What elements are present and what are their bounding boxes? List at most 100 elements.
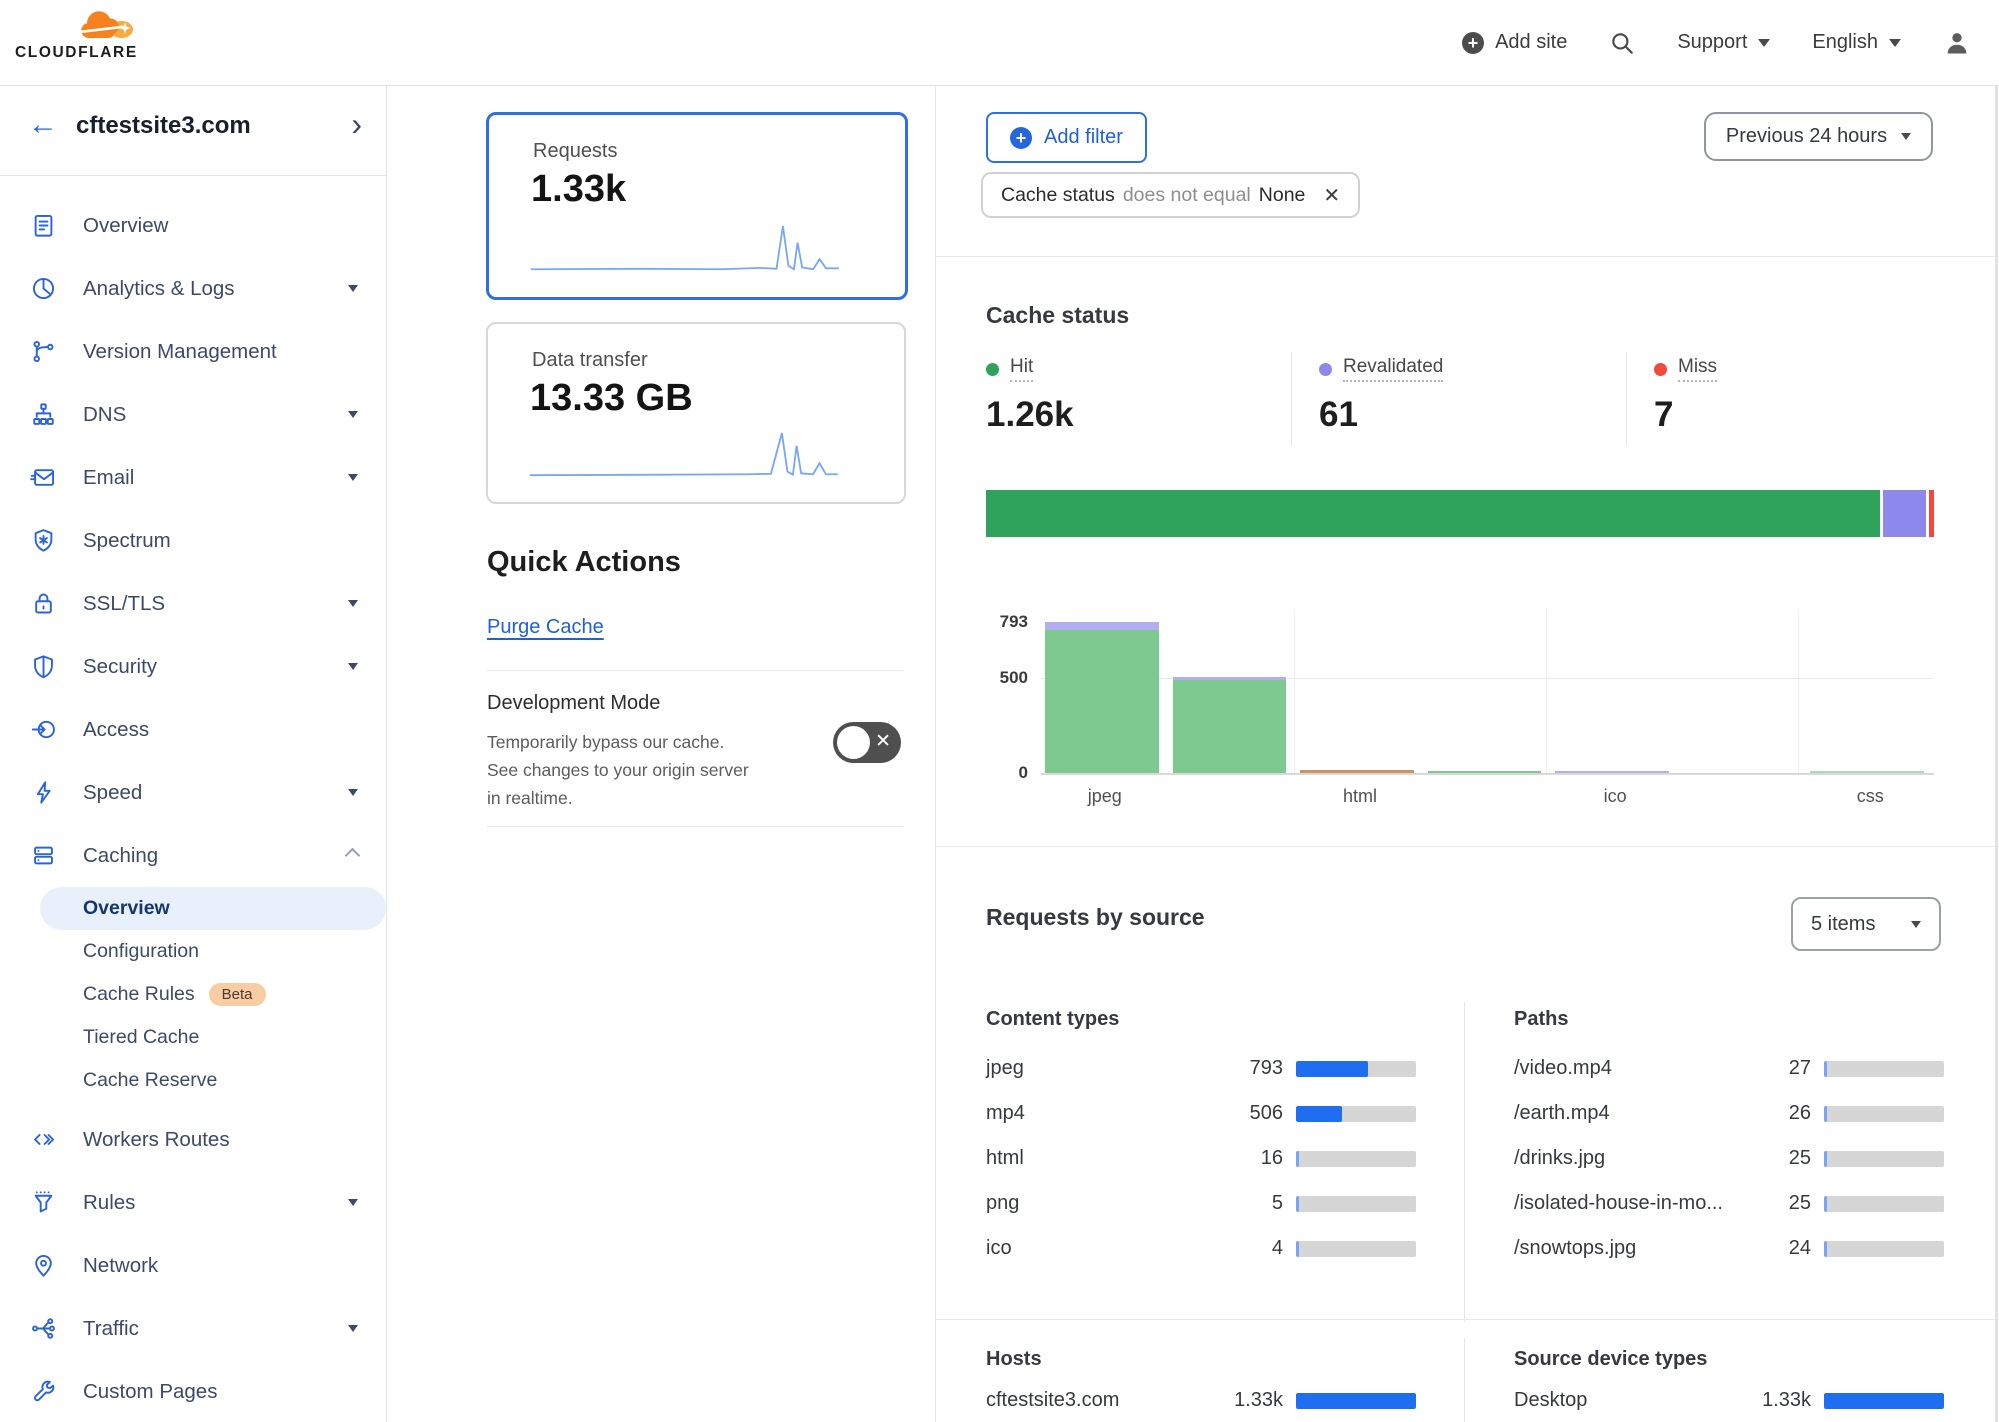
table-row: /video.mp427 [1514,1046,1944,1091]
row-bar-track [1296,1106,1416,1122]
language-label: English [1812,31,1878,54]
quick-actions-heading: Quick Actions [487,546,681,579]
sidebar-item-email[interactable]: Email [0,446,386,509]
divider [487,826,903,827]
sidebar-item-label: SSL/TLS [83,592,348,616]
sidebar-item-network[interactable]: Network [0,1234,386,1297]
chart-bar-css [1810,771,1924,773]
stat-label[interactable]: Miss [1678,356,1717,382]
filter-chip[interactable]: Cache status does not equal None ✕ [981,172,1360,218]
divider [1626,352,1627,446]
brand-wordmark: CLOUDFLARE [15,44,138,62]
row-bar-track [1824,1151,1944,1167]
sidebar-subitem-cache-reserve[interactable]: Cache Reserve [40,1059,386,1102]
time-range-label: Previous 24 hours [1726,125,1887,148]
toggle-knob [837,726,870,759]
table-row: png5 [986,1181,1416,1226]
ssl-icon [30,590,57,617]
sidebar-item-speed[interactable]: Speed [0,761,386,824]
x-tick-label: jpeg [1041,786,1169,807]
cloudflare-logo[interactable]: CLOUDFLARE [15,6,138,62]
sidebar-item-label: Analytics & Logs [83,277,348,301]
row-label: mp4 [986,1102,1203,1125]
sidebar-subitem-configuration[interactable]: Configuration [40,930,386,973]
cache-status-title: Cache status [986,302,1129,329]
row-value: 793 [1203,1057,1283,1080]
filter-field: Cache status [1001,184,1115,207]
chevron-down-icon [348,600,358,607]
y-tick-label: 500 [984,668,1028,688]
data-transfer-metric-card[interactable]: Data transfer 13.33 GB [486,322,906,504]
requests-metric-card[interactable]: Requests 1.33k [486,112,908,300]
cloudflare-cloud-icon [75,6,135,42]
sidebar-item-analytics-logs[interactable]: Analytics & Logs [0,257,386,320]
sidebar-subitem-cache-rules[interactable]: Cache RulesBeta [40,973,386,1016]
add-filter-button[interactable]: + Add filter [986,112,1147,163]
row-bar-track [1296,1241,1416,1257]
search-icon[interactable] [1609,30,1635,56]
miss-dot-icon [1654,363,1667,376]
sidebar-item-rules[interactable]: Rules [0,1171,386,1234]
row-bar-track [1824,1196,1944,1212]
purge-cache-link[interactable]: Purge Cache [487,616,604,639]
user-account-icon[interactable] [1943,29,1971,57]
row-label: ico [986,1237,1203,1260]
sidebar-item-overview[interactable]: Overview [0,194,386,257]
stat-value: 61 [1319,395,1589,435]
paths-header: Paths [1514,1008,1568,1031]
sidebar-item-version-management[interactable]: Version Management [0,320,386,383]
page-scrollbar[interactable] [1995,86,1998,1422]
support-menu[interactable]: Support [1677,31,1770,54]
sidebar-item-spectrum[interactable]: Spectrum [0,509,386,572]
analytics-icon [30,275,57,302]
site-switcher-chevron-icon[interactable]: › [351,106,362,143]
time-range-select[interactable]: Previous 24 hours [1704,112,1933,161]
sidebar-item-custom-pages[interactable]: Custom Pages [0,1360,386,1422]
analytics-panel: + Add filter Previous 24 hours Cache sta… [936,86,1999,1422]
table-row: cftestsite3.com1.33k [986,1378,1416,1422]
sidebar-item-label: Access [83,718,358,742]
chart-bars: jpeghtmlicocss [1041,609,1934,773]
sidebar-item-security[interactable]: Security [0,635,386,698]
content-types-table: jpeg793mp4506html16png5ico4 [986,1046,1416,1271]
chart-bar-png [1428,771,1542,773]
site-header: ← cftestsite3.com › [0,86,386,176]
x-tick-label: css [1806,786,1934,807]
sidebar-item-ssl-tls[interactable]: SSL/TLS [0,572,386,635]
sidebar-item-label: Rules [83,1191,348,1215]
back-arrow-icon[interactable]: ← [28,108,58,142]
chevron-down-icon [1901,133,1911,140]
sidebar-item-traffic[interactable]: Traffic [0,1297,386,1360]
sidebar-item-dns[interactable]: DNS [0,383,386,446]
language-menu[interactable]: English [1812,31,1901,54]
sidebar-item-access[interactable]: Access [0,698,386,761]
add-site-button[interactable]: + Add site [1462,31,1567,54]
chevron-down-icon [348,411,358,418]
stacked-segment-hit [986,490,1880,537]
items-count-select[interactable]: 5 items [1791,897,1941,951]
sidebar-item-workers-routes[interactable]: Workers Routes [0,1108,386,1171]
stat-label[interactable]: Revalidated [1343,356,1443,382]
stat-label[interactable]: Hit [1010,356,1033,382]
subitem-label: Configuration [83,940,199,963]
remove-filter-icon[interactable]: ✕ [1323,183,1340,208]
table-row: ico4 [986,1226,1416,1271]
sidebar-item-caching[interactable]: Caching [0,824,386,887]
chart-slot-png [1424,609,1552,773]
sidebar-item-label: Workers Routes [83,1128,358,1152]
y-tick-label: 0 [984,763,1028,783]
paths-table: /video.mp427/earth.mp426/drinks.jpg25/is… [1514,1046,1944,1271]
sidebar-subitem-tiered-cache[interactable]: Tiered Cache [40,1016,386,1059]
row-bar-fill [1824,1151,1827,1167]
chart-bar-ico [1555,771,1669,773]
stat-hit: Hit 1.26k [986,356,1256,435]
table-row: Desktop1.33k [1514,1378,1944,1422]
data-transfer-card-value: 13.33 GB [530,377,904,420]
sidebar-subitem-overview[interactable]: Overview [40,887,386,930]
traffic-icon [30,1315,57,1342]
topnav-actions: + Add site Support English [1462,0,1971,85]
sidebar-item-label: Traffic [83,1317,348,1341]
row-bar-track [1296,1393,1416,1409]
sidebar-item-label: Network [83,1254,358,1278]
development-mode-toggle[interactable]: ✕ [833,722,901,763]
